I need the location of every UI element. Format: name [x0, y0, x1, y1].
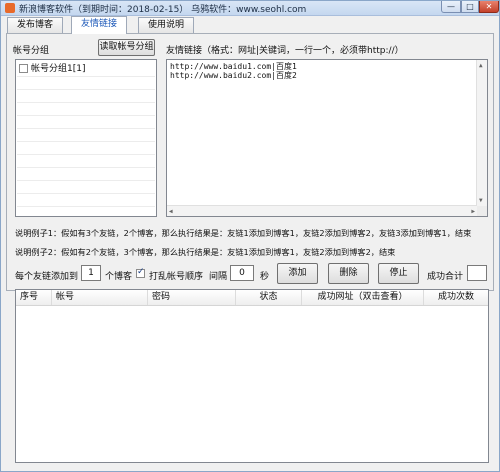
friend-links-textarea[interactable]: http://www.baidu1.com|百度1 http://www.bai… — [166, 59, 488, 217]
friend-link-line: http://www.baidu1.com|百度1 — [170, 62, 297, 71]
results-table[interactable]: 序号 帐号 密码 状态 成功网址（双击查看） 成功次数 — [15, 289, 489, 463]
column-header-password[interactable]: 密码 — [148, 290, 236, 305]
close-button[interactable]: ✕ — [479, 1, 499, 13]
interval-unit-label: 秒 — [260, 272, 270, 282]
per-link-prefix-label: 每个友链添加到 — [15, 272, 79, 282]
column-header-success-url[interactable]: 成功网址（双击查看） — [302, 290, 424, 305]
tab-instructions[interactable]: 使用说明 — [138, 17, 195, 33]
list-row-divider — [17, 206, 155, 207]
list-row-divider — [17, 167, 155, 168]
scroll-right-icon[interactable]: ▶ — [471, 207, 475, 216]
add-button[interactable]: 添加 — [277, 263, 318, 284]
minimize-button[interactable]: — — [441, 1, 461, 13]
account-group-item[interactable]: 帐号分组1[1] — [17, 63, 85, 75]
maximize-button[interactable]: □ — [461, 1, 479, 13]
account-group-list[interactable]: 帐号分组1[1] — [15, 59, 157, 217]
friend-link-line: http://www.baidu2.com|百度2 — [170, 71, 297, 80]
horizontal-scrollbar[interactable]: ◀ ▶ — [167, 205, 477, 216]
success-total-field — [467, 265, 487, 281]
delete-button[interactable]: 删除 — [328, 263, 369, 284]
list-row-divider — [17, 154, 155, 155]
per-link-count-input[interactable]: 1 — [81, 265, 101, 281]
app-icon — [5, 3, 15, 13]
example-line-2: 说明例子2：假如有2个友链，3个博客，那么执行结果是：友链1添加到博客1，友链2… — [15, 247, 396, 257]
friend-links-label: 友情链接（格式：网址|关键词，一行一个，必须带http://） — [166, 46, 404, 56]
interval-label: 间隔 — [209, 272, 228, 282]
list-row-divider — [17, 180, 155, 181]
example-line-1: 说明例子1：假如有3个友链，2个博客，那么执行结果是：友链1添加到博客1，友链2… — [15, 228, 472, 238]
title-bar: 新浪博客软件（到期时间：2018-02-15） 乌鸦软件：www.seohl.c… — [1, 1, 499, 16]
scroll-corner — [477, 206, 487, 216]
table-header: 序号 帐号 密码 状态 成功网址（双击查看） 成功次数 — [16, 290, 488, 306]
account-group-item-label: 帐号分组1[1] — [31, 64, 86, 74]
interval-input[interactable]: 0 — [230, 265, 254, 281]
scroll-down-icon[interactable]: ▼ — [479, 196, 483, 205]
scroll-left-icon[interactable]: ◀ — [169, 207, 173, 216]
app-window: 新浪博客软件（到期时间：2018-02-15） 乌鸦软件：www.seohl.c… — [0, 0, 500, 472]
account-group-checkbox[interactable] — [19, 64, 28, 73]
column-header-account[interactable]: 帐号 — [52, 290, 148, 305]
read-account-groups-button[interactable]: 读取帐号分组 — [98, 39, 155, 56]
shuffle-accounts-label: 打乱帐号顺序 — [149, 272, 204, 282]
per-link-suffix-label: 个博客 — [105, 272, 133, 282]
list-row-divider — [17, 128, 155, 129]
account-group-label: 帐号分组 — [13, 46, 50, 56]
shuffle-accounts-checkbox[interactable] — [136, 267, 145, 278]
list-row-divider — [17, 89, 155, 90]
window-title: 新浪博客软件（到期时间：2018-02-15） 乌鸦软件：www.seohl.c… — [19, 5, 307, 15]
column-header-status[interactable]: 状态 — [236, 290, 302, 305]
success-total-label: 成功合计 — [427, 272, 464, 282]
tab-friend-links[interactable]: 友情链接 — [71, 16, 128, 34]
column-header-success-count[interactable]: 成功次数 — [424, 290, 488, 305]
list-row-divider — [17, 141, 155, 142]
tab-publish-blog[interactable]: 发布博客 — [7, 17, 64, 33]
list-row-divider — [17, 76, 155, 77]
list-row-divider — [17, 193, 155, 194]
scroll-up-icon[interactable]: ▲ — [479, 61, 483, 70]
stop-button[interactable]: 停止 — [378, 263, 419, 284]
column-header-index[interactable]: 序号 — [16, 290, 52, 305]
list-row-divider — [17, 102, 155, 103]
list-row-divider — [17, 115, 155, 116]
vertical-scrollbar[interactable]: ▲ ▼ — [476, 60, 487, 206]
